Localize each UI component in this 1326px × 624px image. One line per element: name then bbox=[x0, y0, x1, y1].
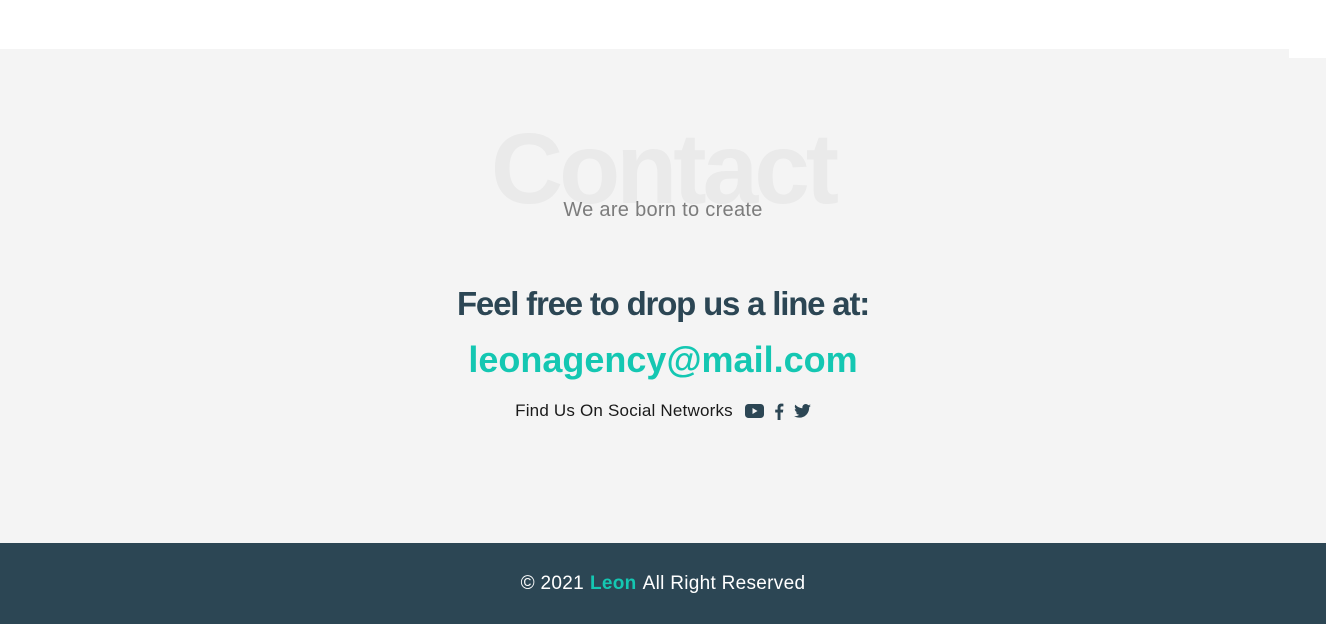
email-link[interactable]: leonagency@mail.com bbox=[0, 339, 1326, 381]
youtube-icon[interactable] bbox=[744, 404, 764, 418]
header-area bbox=[0, 0, 1326, 49]
facebook-icon[interactable] bbox=[774, 403, 784, 420]
footer: © 2021 Leon All Right Reserved bbox=[0, 543, 1326, 624]
contact-section: Contact We are born to create Feel free … bbox=[0, 49, 1326, 543]
social-networks: Find Us On Social Networks bbox=[0, 399, 1326, 423]
footer-copyright: © 2021 bbox=[520, 572, 584, 594]
footer-rights: All Right Reserved bbox=[642, 572, 806, 594]
contact-heading: Feel free to drop us a line at: bbox=[456, 285, 870, 322]
twitter-icon[interactable] bbox=[793, 404, 811, 418]
footer-brand-link[interactable]: Leon bbox=[590, 573, 637, 595]
header-corner bbox=[1289, 49, 1326, 58]
contact-subtitle: We are born to create bbox=[563, 199, 763, 221]
social-label: Find Us On Social Networks bbox=[515, 401, 733, 420]
